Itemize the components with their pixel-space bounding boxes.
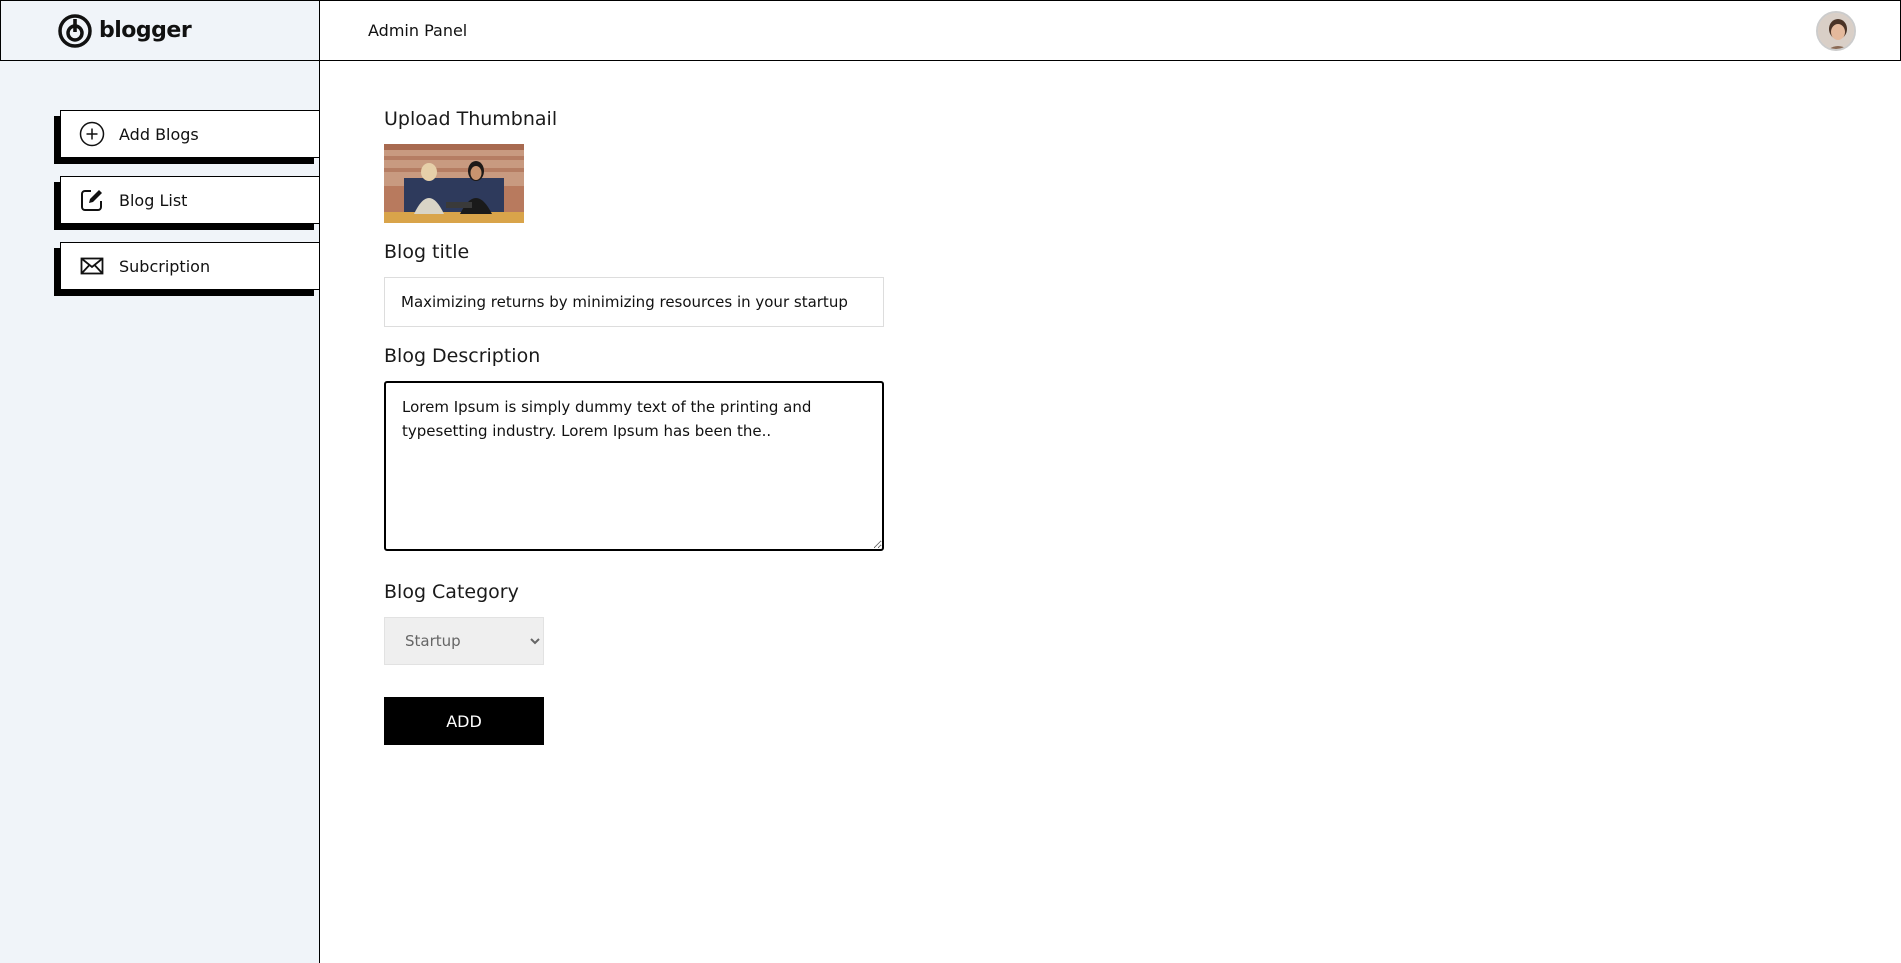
sidebar-item-subcription[interactable]: Subcription (60, 242, 320, 290)
sidebar: blogger Add Blogs Blog List Subcription (0, 0, 320, 963)
description-label: Blog Description (384, 345, 541, 367)
sidebar-item-label: Blog List (119, 190, 188, 210)
sidebar-item-blog-list[interactable]: Blog List (60, 176, 320, 224)
sidebar-item-add-blogs[interactable]: Add Blogs (60, 110, 320, 158)
avatar-image (1818, 12, 1854, 49)
blog-title-input[interactable] (384, 277, 884, 327)
add-button[interactable]: ADD (384, 697, 544, 745)
plus-circle-icon (79, 121, 105, 147)
sidebar-item-label: Add Blogs (119, 124, 199, 144)
user-avatar[interactable] (1816, 10, 1856, 51)
edit-icon (79, 187, 105, 213)
blog-category-select[interactable]: Startup (384, 617, 544, 665)
blogger-logo-icon (58, 13, 92, 48)
add-blog-form: Upload Thumbnail Blog title Blog Descrip… (384, 108, 884, 745)
top-header: Admin Panel (320, 0, 1901, 61)
thumbnail-upload[interactable] (384, 144, 524, 223)
brand-name: blogger (99, 18, 192, 43)
title-label: Blog title (384, 241, 470, 263)
blog-description-textarea[interactable]: Lorem Ipsum is simply dummy text of the … (384, 381, 884, 551)
page-title: Admin Panel (368, 21, 468, 40)
sidebar-item-label: Subcription (119, 256, 211, 276)
mail-icon (79, 253, 105, 279)
brand[interactable]: blogger (0, 0, 320, 61)
thumbnail-label: Upload Thumbnail (384, 108, 558, 130)
sidebar-nav: Add Blogs Blog List Subcription (60, 110, 320, 308)
category-label: Blog Category (384, 581, 519, 603)
